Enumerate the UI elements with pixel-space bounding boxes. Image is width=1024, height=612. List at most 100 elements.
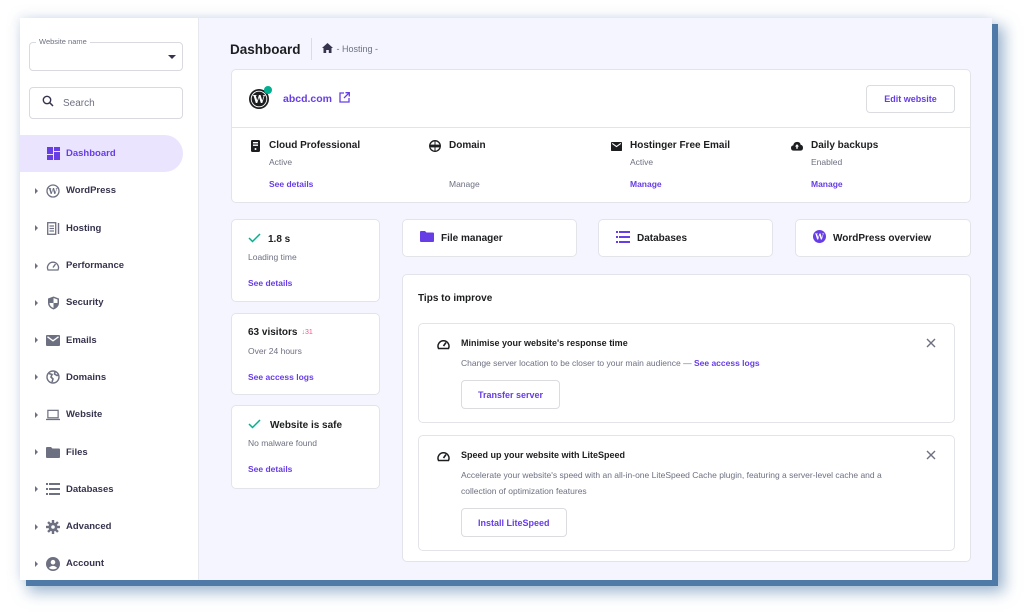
search-field[interactable] bbox=[29, 87, 183, 119]
sidebar-item-website[interactable]: Website bbox=[20, 396, 199, 433]
service-title: Domain bbox=[449, 140, 486, 151]
visitors-value: 63 visitors ↓31 bbox=[248, 327, 313, 338]
manage-domain-link[interactable]: Manage bbox=[449, 179, 480, 189]
install-litespeed-button[interactable]: Install LiteSpeed bbox=[461, 508, 567, 537]
page-title: Dashboard bbox=[230, 41, 301, 57]
security-detail: No malware found bbox=[248, 438, 317, 448]
tip-title: Speed up your website with LiteSpeed bbox=[461, 450, 626, 460]
security-card: Website is safe No malware found See det… bbox=[231, 405, 380, 489]
speedometer-icon bbox=[46, 259, 60, 273]
tip-item: Speed up your website with LiteSpeed Acc… bbox=[418, 435, 955, 551]
website-overview-card: W abcd.com Edit website Cloud Profession… bbox=[231, 69, 971, 203]
sidebar-item-files[interactable]: Files bbox=[20, 433, 199, 470]
manage-backups-link[interactable]: Manage bbox=[811, 179, 843, 189]
website-domain-link[interactable]: abcd.com bbox=[283, 92, 350, 106]
expand-arrow-icon bbox=[35, 225, 38, 232]
sidebar: Website name Dashboard W WordPress bbox=[20, 18, 199, 580]
see-access-logs-link[interactable]: See access logs bbox=[694, 358, 760, 368]
tips-to-improve-card: Tips to improve Minimise your website's … bbox=[402, 274, 971, 562]
close-icon[interactable] bbox=[924, 448, 938, 462]
sidebar-item-security[interactable]: Security bbox=[20, 284, 199, 321]
sidebar-item-account[interactable]: Account bbox=[20, 545, 199, 580]
tip-item: Minimise your website's response time Ch… bbox=[418, 323, 955, 423]
see-access-logs-link[interactable]: See access logs bbox=[248, 372, 314, 382]
svg-text:W: W bbox=[252, 93, 266, 106]
tip-description: Accelerate your website's speed with an … bbox=[461, 470, 882, 496]
speedometer-icon bbox=[437, 449, 450, 462]
loading-time-label: Loading time bbox=[248, 252, 297, 262]
folder-icon bbox=[46, 445, 60, 459]
check-icon bbox=[248, 233, 261, 246]
expand-arrow-icon bbox=[35, 262, 38, 269]
databases-button[interactable]: Databases bbox=[598, 219, 773, 257]
sidebar-item-dashboard[interactable]: Dashboard bbox=[20, 135, 183, 173]
www-globe-icon bbox=[429, 140, 441, 152]
visitors-card: 63 visitors ↓31 Over 24 hours See access… bbox=[231, 313, 380, 395]
sidebar-item-performance[interactable]: Performance bbox=[20, 247, 199, 284]
database-icon bbox=[46, 482, 60, 496]
edit-website-button[interactable]: Edit website bbox=[866, 85, 955, 113]
expand-arrow-icon bbox=[35, 337, 38, 344]
sidebar-item-label: Advanced bbox=[66, 521, 112, 533]
sidebar-item-advanced[interactable]: Advanced bbox=[20, 508, 199, 545]
sidebar-item-label: Domains bbox=[66, 371, 107, 383]
loading-time-card: 1.8 s Loading time See details bbox=[231, 219, 380, 302]
sidebar-item-label: Account bbox=[66, 558, 104, 570]
close-icon[interactable] bbox=[924, 336, 938, 350]
sidebar-item-emails[interactable]: Emails bbox=[20, 321, 199, 358]
sidebar-item-label: Website bbox=[66, 409, 103, 421]
gear-icon bbox=[46, 519, 60, 534]
database-icon bbox=[616, 230, 630, 246]
website-header: W abcd.com Edit website bbox=[232, 70, 970, 128]
service-title: Cloud Professional bbox=[269, 140, 361, 151]
see-details-link[interactable]: See details bbox=[269, 179, 313, 189]
sidebar-item-label: Dashboard bbox=[66, 148, 116, 160]
mail-icon bbox=[46, 333, 60, 347]
sidebar-item-label: WordPress bbox=[66, 185, 116, 197]
server-icon bbox=[249, 140, 261, 152]
sidebar-item-label: Hosting bbox=[66, 222, 102, 234]
website-name-select[interactable]: Website name bbox=[29, 37, 183, 71]
file-manager-button[interactable]: File manager bbox=[402, 219, 577, 257]
tips-title: Tips to improve bbox=[418, 293, 493, 304]
breadcrumb: - Hosting - bbox=[321, 43, 379, 55]
shield-icon bbox=[46, 296, 60, 310]
dashboard-icon bbox=[46, 147, 60, 161]
sidebar-item-label: Files bbox=[66, 446, 88, 458]
manage-email-link[interactable]: Manage bbox=[630, 179, 662, 189]
tip-title: Minimise your website's response time bbox=[461, 338, 628, 348]
expand-arrow-icon bbox=[35, 187, 38, 194]
expand-arrow-icon bbox=[35, 449, 38, 456]
svg-text:W: W bbox=[48, 186, 59, 196]
laptop-icon bbox=[46, 408, 60, 422]
sidebar-item-wordpress[interactable]: W WordPress bbox=[20, 172, 199, 209]
sidebar-item-hosting[interactable]: Hosting bbox=[20, 210, 199, 247]
check-icon bbox=[248, 419, 261, 432]
breadcrumb-text: - Hosting - bbox=[336, 44, 379, 54]
account-icon bbox=[46, 556, 60, 571]
sidebar-item-label: Security bbox=[66, 297, 104, 309]
sidebar-item-domains[interactable]: Domains bbox=[20, 359, 199, 396]
header-divider bbox=[310, 38, 312, 60]
home-icon[interactable] bbox=[321, 43, 333, 55]
sidebar-item-label: Databases bbox=[66, 483, 114, 495]
search-icon bbox=[42, 94, 54, 112]
service-status: Active bbox=[269, 157, 293, 167]
see-details-link[interactable]: See details bbox=[248, 464, 292, 474]
visitors-period: Over 24 hours bbox=[248, 346, 302, 356]
services-row: Cloud Professional Active See details Do… bbox=[232, 128, 970, 203]
website-domain: abcd.com bbox=[283, 93, 333, 105]
website-name-label: Website name bbox=[36, 37, 90, 46]
sidebar-item-databases[interactable]: Databases bbox=[20, 471, 199, 508]
tip-description: Change server location to be closer to y… bbox=[461, 358, 760, 368]
expand-arrow-icon bbox=[35, 523, 38, 530]
see-details-link[interactable]: See details bbox=[248, 278, 292, 288]
expand-arrow-icon bbox=[35, 374, 38, 381]
transfer-server-button[interactable]: Transfer server bbox=[461, 380, 561, 409]
folder-icon bbox=[420, 231, 434, 245]
app-window: Website name Dashboard W WordPress bbox=[20, 18, 992, 580]
wordpress-overview-button[interactable]: W WordPress overview bbox=[795, 219, 971, 257]
page-header: Dashboard - Hosting - bbox=[230, 38, 378, 60]
search-input[interactable] bbox=[63, 97, 163, 109]
sidebar-item-label: Emails bbox=[66, 334, 97, 346]
